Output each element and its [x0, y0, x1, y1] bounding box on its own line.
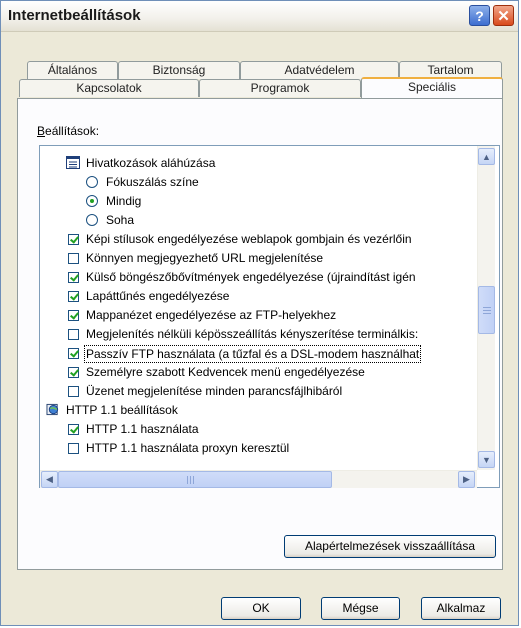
scroll-up-button[interactable]: ▲ [478, 148, 495, 165]
scroll-right-button[interactable]: ▶ [458, 471, 475, 488]
list-item-label: Személyre szabott Kedvencek menü engedél… [86, 365, 365, 379]
list-item-label: Mappanézet engedélyezése az FTP-helyekhe… [86, 308, 337, 322]
list-item-label: Hivatkozások aláhúzása [86, 156, 216, 170]
grip-line [483, 310, 491, 311]
restore-defaults-button[interactable]: Alapértelmezések visszaállítása [284, 535, 496, 558]
ok-button[interactable]: OK [221, 597, 301, 620]
horizontal-scrollbar[interactable]: ◀ ▶ [40, 470, 477, 488]
checkbox[interactable] [68, 424, 79, 435]
window-title: Internetbeállítások [8, 7, 141, 24]
apply-button[interactable]: Alkalmaz [421, 597, 501, 620]
tab-specialis[interactable]: Speciális [361, 77, 503, 98]
grip-line [187, 476, 188, 484]
radio-button[interactable] [86, 195, 98, 207]
list-item-label: Mindig [106, 194, 142, 208]
tab-biztonsag[interactable]: Biztonság [118, 61, 240, 79]
chevron-up-icon: ▲ [482, 151, 491, 162]
checkbox[interactable] [68, 272, 79, 283]
chevron-left-icon: ◀ [46, 474, 53, 484]
list-item-label: Soha [106, 213, 135, 227]
list-item-label: Fókuszálás színe [106, 175, 199, 189]
list-item-label: Üzenet megjelenítése minden parancsfájlh… [86, 384, 343, 398]
checkbox[interactable] [68, 348, 79, 359]
settings-listbox[interactable]: Hivatkozások aláhúzása Fókuszálás színe … [39, 145, 500, 488]
chevron-down-icon: ▼ [482, 454, 491, 465]
tab-programok[interactable]: Programok [199, 79, 361, 97]
grip-line [193, 476, 194, 484]
horizontal-scroll-thumb[interactable] [58, 471, 332, 488]
radio-button[interactable] [86, 214, 98, 226]
tab-altalanos[interactable]: Általános [27, 61, 118, 79]
checkbox[interactable] [68, 310, 79, 321]
settings-label-text: eállítások: [45, 124, 100, 138]
checkbox[interactable] [68, 367, 79, 378]
grip-line [483, 307, 491, 308]
vertical-scroll-thumb[interactable] [478, 286, 495, 334]
grip-line [483, 313, 491, 314]
list-item-label: HTTP 1.1 használata proxyn keresztül [86, 441, 290, 455]
help-button[interactable]: ? [469, 5, 490, 26]
list-item-label: Külső böngészőbővítmények engedélyezése … [86, 270, 416, 284]
tab-kapcsolatok[interactable]: Kapcsolatok [19, 79, 199, 97]
cancel-button[interactable]: Mégse [321, 597, 400, 620]
close-button[interactable]: ✕ [493, 5, 514, 26]
list-item-label: Megjelenítés nélküli képösszeállítás kén… [86, 327, 419, 341]
checkbox[interactable] [68, 253, 79, 264]
checkbox[interactable] [68, 386, 79, 397]
list-item-label: HTTP 1.1 beállítások [66, 403, 178, 417]
list-item-label: HTTP 1.1 használata [86, 422, 199, 436]
list-item-label: Könnyen megjegyezhető URL megjelenítése [86, 251, 324, 265]
checkbox[interactable] [68, 234, 79, 245]
chevron-right-icon: ▶ [463, 474, 470, 484]
list-item-label: Passzív FTP használata (a tűzfal és a DS… [84, 345, 422, 363]
grip-line [190, 476, 191, 484]
scroll-left-button[interactable]: ◀ [41, 471, 58, 488]
vertical-scrollbar[interactable]: ▲ ▼ [477, 146, 495, 470]
globe-icon [46, 403, 59, 416]
settings-label: Beállítások: [37, 124, 99, 138]
checkbox[interactable] [68, 291, 79, 302]
checkbox[interactable] [68, 329, 79, 340]
checkbox[interactable] [68, 443, 79, 454]
radio-button[interactable] [86, 176, 98, 188]
title-bar[interactable]: Internetbeállítások ? ✕ [1, 1, 518, 32]
scroll-down-button[interactable]: ▼ [478, 451, 495, 468]
list-icon [66, 156, 80, 169]
list-item-label: Képi stílusok engedélyezése weblapok gom… [86, 232, 412, 246]
list-item-label: Lapáttűnés engedélyezése [86, 289, 230, 303]
settings-label-mnemonic: B [37, 124, 46, 138]
